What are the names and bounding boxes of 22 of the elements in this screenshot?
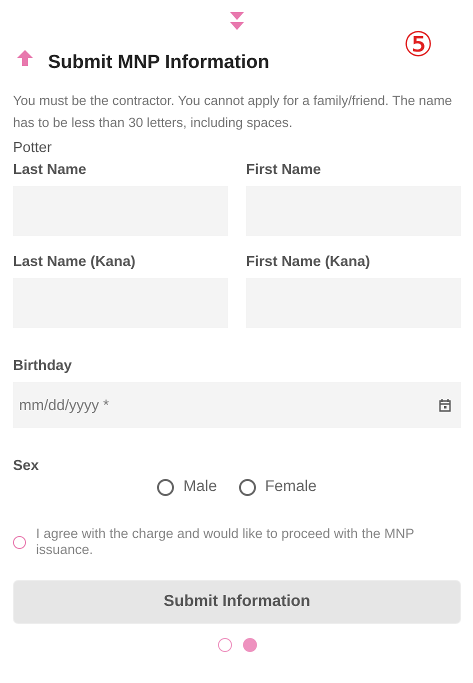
field-label: Sex <box>13 458 40 474</box>
field-label: Birthday <box>13 358 73 374</box>
up-arrow-icon <box>17 50 33 66</box>
double-down-arrow-icon <box>229 12 245 32</box>
step-number: ⑤ <box>403 28 433 62</box>
radio-circle[interactable] <box>157 478 174 496</box>
page-dot[interactable] <box>242 638 256 652</box>
section-title: Submit MNP Information <box>48 51 270 74</box>
name-hint: Potter <box>13 140 53 156</box>
instruction-text: You must be the contractor. You cannot apply for a family/friend. The name has to be less than 30 letters, including spaces. <box>13 92 454 132</box>
date-field[interactable]: mm/dd/yyyy * <box>13 382 461 428</box>
radio-option[interactable]: Female <box>238 478 317 496</box>
agreement-text: I agree with the charge and would like to proceed with the MNP issuance. <box>36 526 415 558</box>
calendar-icon[interactable] <box>439 399 451 412</box>
field-label: First Name <box>246 162 322 178</box>
radio-option[interactable]: Male <box>157 478 217 496</box>
field-label: Last Name (Kana) <box>13 254 136 270</box>
field-label: First Name (Kana) <box>246 254 372 270</box>
page-dot[interactable] <box>218 638 232 652</box>
agree-checkbox[interactable] <box>13 536 26 548</box>
radio-circle[interactable] <box>238 478 256 496</box>
field-label: Last Name <box>13 162 88 178</box>
